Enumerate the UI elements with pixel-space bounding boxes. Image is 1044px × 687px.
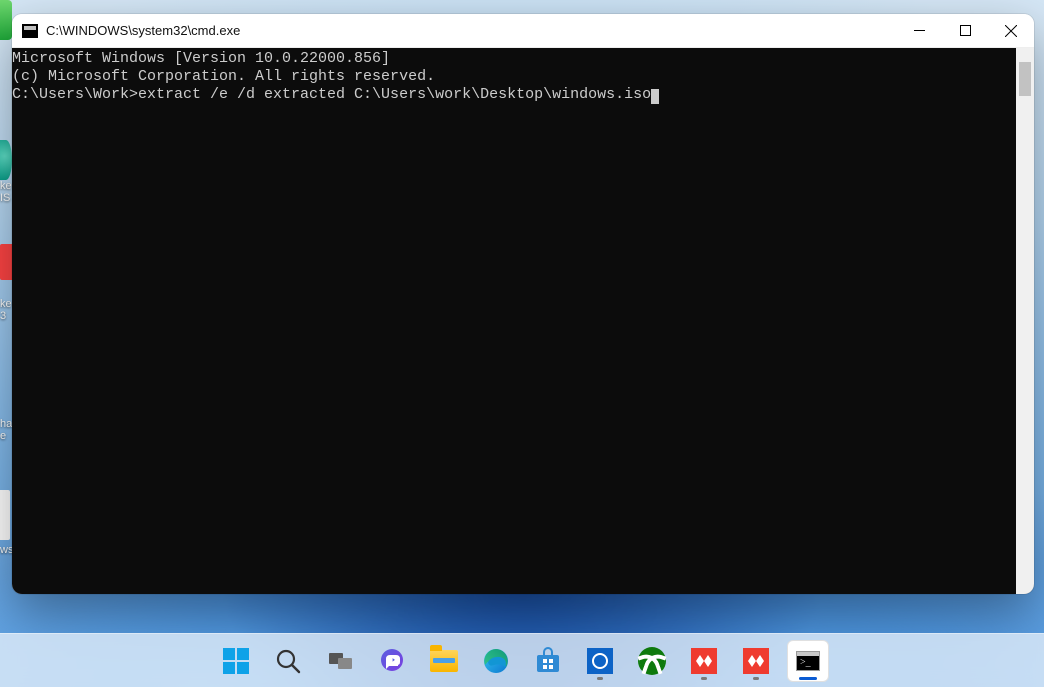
anydesk-icon (691, 648, 717, 674)
minimize-button[interactable] (896, 14, 942, 48)
terminal-line: (c) Microsoft Corporation. All rights re… (12, 68, 1016, 86)
terminal-cursor (651, 89, 659, 104)
windows-start-icon (223, 648, 249, 674)
taskbar-anydesk-2[interactable] (735, 640, 777, 682)
taskbar-task-view[interactable] (319, 640, 361, 682)
taskbar-start-button[interactable] (215, 640, 257, 682)
xbox-icon (638, 647, 666, 675)
desktop-icon-fragment[interactable] (0, 140, 12, 180)
anydesk-icon (743, 648, 769, 674)
close-button[interactable] (988, 14, 1034, 48)
desktop-icon-label-fragment: keIS (0, 180, 12, 204)
chat-icon (378, 647, 406, 675)
terminal-output[interactable]: Microsoft Windows [Version 10.0.22000.85… (12, 48, 1016, 594)
edge-icon (482, 647, 510, 675)
blue-square-icon (587, 648, 613, 674)
scrollbar[interactable] (1016, 48, 1034, 594)
taskbar-microsoft-store[interactable] (527, 640, 569, 682)
cmd-window: C:\WINDOWS\system32\cmd.exe Microsoft Wi… (12, 14, 1034, 594)
taskbar-search[interactable] (267, 640, 309, 682)
maximize-button[interactable] (942, 14, 988, 48)
window-title: C:\WINDOWS\system32\cmd.exe (46, 23, 240, 38)
desktop-icon-label-fragment: ke3 (0, 298, 12, 322)
terminal-line: Microsoft Windows [Version 10.0.22000.85… (12, 50, 1016, 68)
taskbar (0, 633, 1044, 687)
taskbar-edge[interactable] (475, 640, 517, 682)
taskbar-app-blue[interactable] (579, 640, 621, 682)
task-view-icon (326, 647, 354, 675)
scrollbar-thumb[interactable] (1019, 62, 1031, 96)
cmd-icon (22, 24, 38, 38)
taskbar-xbox[interactable] (631, 640, 673, 682)
taskbar-anydesk-1[interactable] (683, 640, 725, 682)
desktop-icon-label-fragment: hae (0, 418, 12, 442)
cmd-icon (796, 651, 820, 671)
terminal-line: C:\Users\Work>extract /e /d extracted C:… (12, 86, 1016, 104)
search-icon (274, 647, 302, 675)
titlebar[interactable]: C:\WINDOWS\system32\cmd.exe (12, 14, 1034, 48)
store-icon (534, 647, 562, 675)
taskbar-chat[interactable] (371, 640, 413, 682)
desktop-icon-fragment[interactable] (0, 490, 10, 540)
taskbar-cmd[interactable] (787, 640, 829, 682)
folder-icon (430, 650, 458, 672)
taskbar-file-explorer[interactable] (423, 640, 465, 682)
desktop-icon-fragment[interactable] (0, 0, 12, 40)
